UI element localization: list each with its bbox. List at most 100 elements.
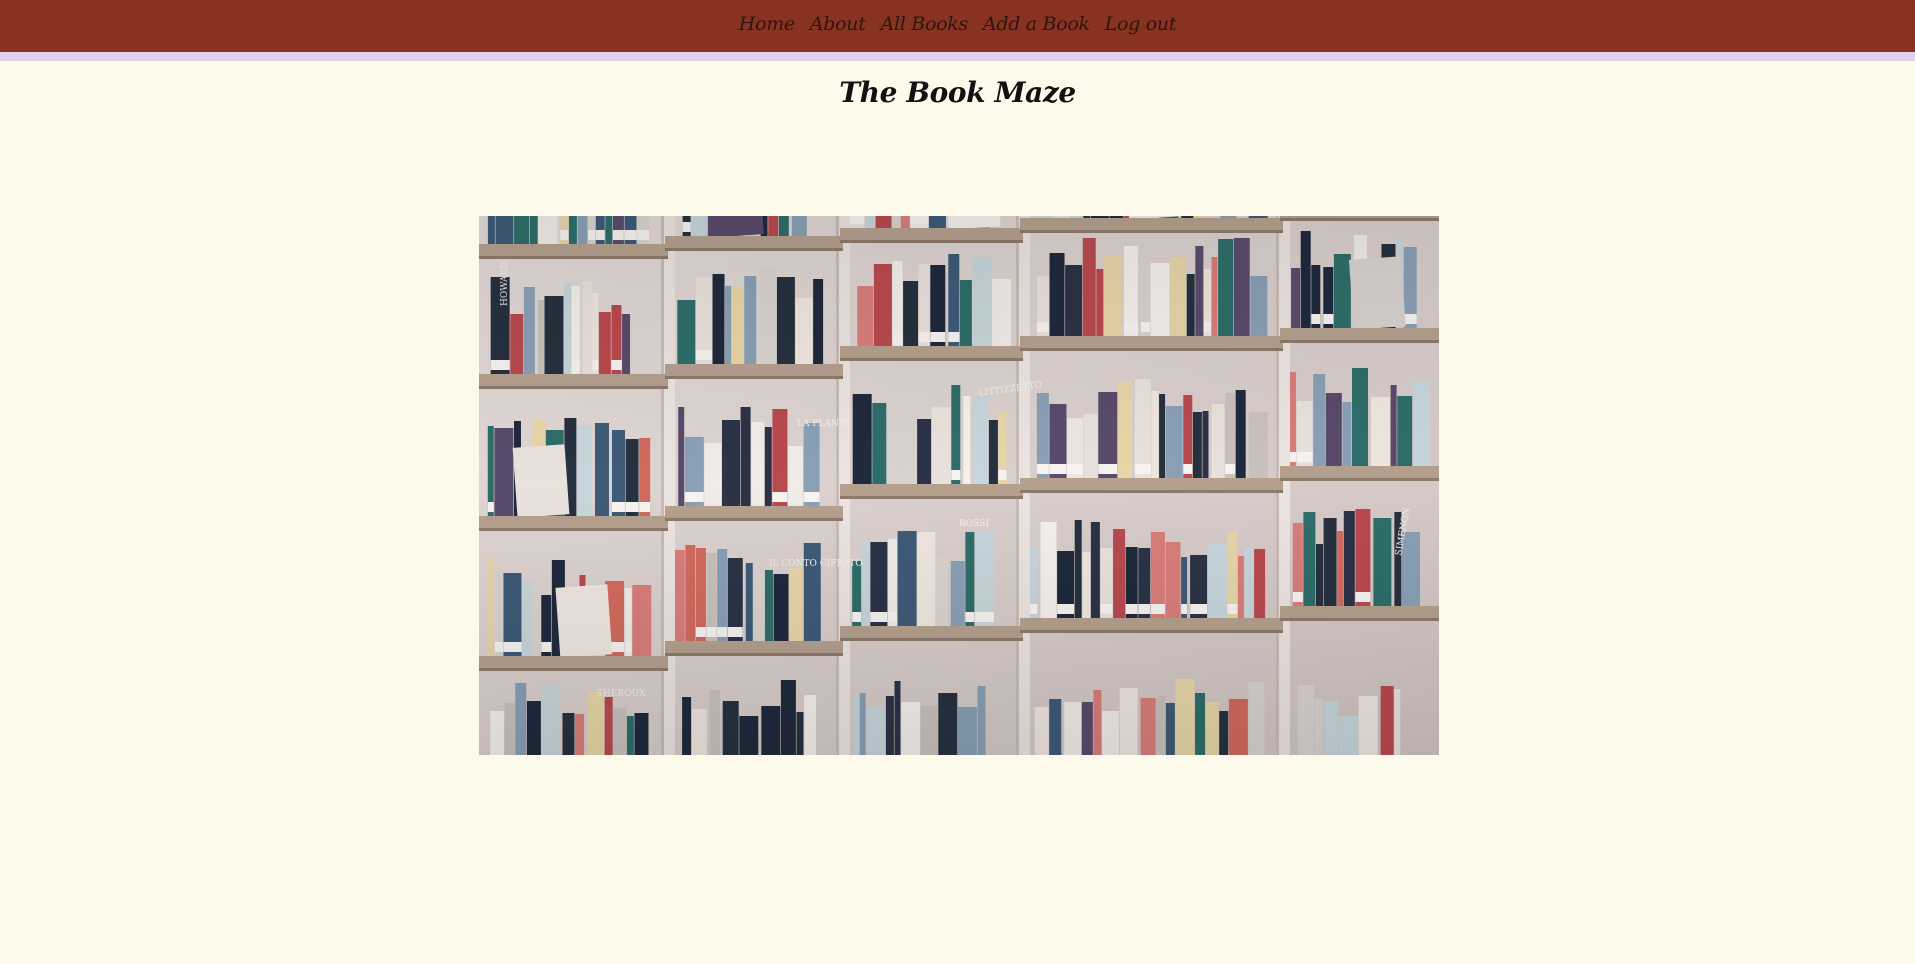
- page-title: The Book Maze: [839, 76, 1076, 109]
- book-spine: [1159, 394, 1166, 478]
- book-title-text: HOWARD: [500, 261, 510, 306]
- book-spine: [582, 281, 592, 374]
- book-spine: [1390, 385, 1397, 466]
- shelf-board: [1280, 216, 1439, 218]
- book-label: [1029, 604, 1038, 614]
- book-label: [541, 642, 552, 652]
- book-spine: [853, 698, 860, 755]
- book-spine: [1140, 698, 1156, 755]
- book-spine: [957, 707, 977, 755]
- book-spine: [1069, 216, 1083, 218]
- book-spine: [1165, 703, 1175, 755]
- book-spine: [537, 300, 544, 374]
- book-spine: [745, 563, 753, 641]
- book-spine: [1081, 702, 1093, 755]
- shelf-board: [840, 484, 1023, 496]
- book-spine: [712, 274, 725, 364]
- book-spine: [1170, 258, 1187, 336]
- book-label: [1296, 452, 1313, 462]
- book-spine: [1082, 552, 1091, 618]
- shelf-board-edge: [1020, 630, 1283, 633]
- shelf-divider-shadow: [836, 216, 839, 755]
- book-spine: [685, 545, 696, 641]
- book-cover: [555, 584, 613, 658]
- book-spine: [510, 314, 524, 374]
- book-spine: [974, 532, 994, 626]
- shelf-board: [665, 506, 843, 518]
- book-spine: [576, 425, 592, 516]
- book-spine: [1211, 404, 1225, 478]
- book-spine: [529, 216, 538, 244]
- book-spine: [532, 577, 541, 656]
- book-label: [624, 230, 637, 240]
- book-spine: [780, 680, 796, 755]
- book-spine: [731, 287, 744, 364]
- book-spine: [1165, 406, 1183, 478]
- book-spine: [764, 427, 772, 506]
- book-spine: [1090, 216, 1109, 218]
- book-spine: [1109, 216, 1124, 218]
- book-spine: [872, 403, 887, 484]
- book-label: [948, 332, 960, 342]
- book-spine: [894, 681, 901, 755]
- book-label: [772, 492, 788, 502]
- book-spine: [1313, 374, 1326, 466]
- book-spine: [1412, 382, 1430, 466]
- book-spine: [678, 407, 685, 506]
- book-cover: [707, 216, 764, 238]
- book-spine: [1373, 518, 1392, 606]
- book-spine: [903, 281, 919, 346]
- book-spine: [759, 267, 777, 364]
- book-spine: [988, 420, 998, 484]
- book-spine: [1186, 274, 1195, 336]
- book-spine: [772, 409, 788, 506]
- book-spine: [740, 407, 751, 506]
- book-label: [684, 492, 704, 502]
- book-spine: [691, 709, 707, 755]
- shelf-board-edge: [840, 496, 1023, 499]
- book-spine: [594, 423, 609, 516]
- shelf-board-edge: [1020, 490, 1283, 493]
- shelf-board-edge: [479, 386, 668, 389]
- book-spine: [495, 216, 514, 244]
- shelf-board: [1020, 336, 1283, 348]
- book-label: [560, 230, 569, 240]
- book-label: [998, 470, 1007, 480]
- nav-link-home[interactable]: Home: [739, 13, 795, 35]
- book-cover: [512, 444, 570, 518]
- nav-link-add-a-book[interactable]: Add a Book: [983, 13, 1090, 35]
- nav-link-log-out[interactable]: Log out: [1105, 13, 1177, 35]
- book-spine: [900, 216, 910, 228]
- book-spine: [722, 701, 739, 755]
- shelf-board: [1020, 218, 1283, 230]
- book-spine: [773, 574, 789, 641]
- book-spine: [562, 713, 575, 755]
- book-spine: [494, 428, 514, 516]
- book-spine: [796, 712, 804, 755]
- shelf-board-edge: [665, 376, 843, 379]
- book-spine: [514, 216, 530, 244]
- book-spine: [1323, 701, 1339, 755]
- book-spine: [709, 690, 720, 755]
- bookshelf-illustration: HOWARDLA PLANTELITTIZZETTOIL CONTO CIFRA…: [479, 216, 1439, 755]
- shelf-board: [1020, 478, 1283, 490]
- nav-link-about[interactable]: About: [810, 13, 866, 35]
- book-spine: [1040, 522, 1057, 618]
- book-spine: [1303, 512, 1316, 606]
- nav-link-all-books[interactable]: All Books: [881, 13, 969, 35]
- book-spine: [1119, 688, 1138, 755]
- book-spine: [753, 571, 765, 641]
- book-label: [611, 360, 622, 370]
- book-label: [1098, 464, 1118, 474]
- book-label: [1403, 314, 1417, 324]
- book-spine: [522, 580, 533, 656]
- book-spine: [965, 532, 975, 626]
- book-spine: [804, 695, 817, 755]
- book-spine: [764, 570, 773, 641]
- book-label: [611, 502, 625, 512]
- book-spine: [1175, 679, 1195, 755]
- book-cover: [1348, 256, 1406, 330]
- nav-links: Home About All Books Add a Book Log out: [739, 13, 1177, 35]
- book-label: [1134, 464, 1151, 474]
- book-spine: [903, 415, 917, 484]
